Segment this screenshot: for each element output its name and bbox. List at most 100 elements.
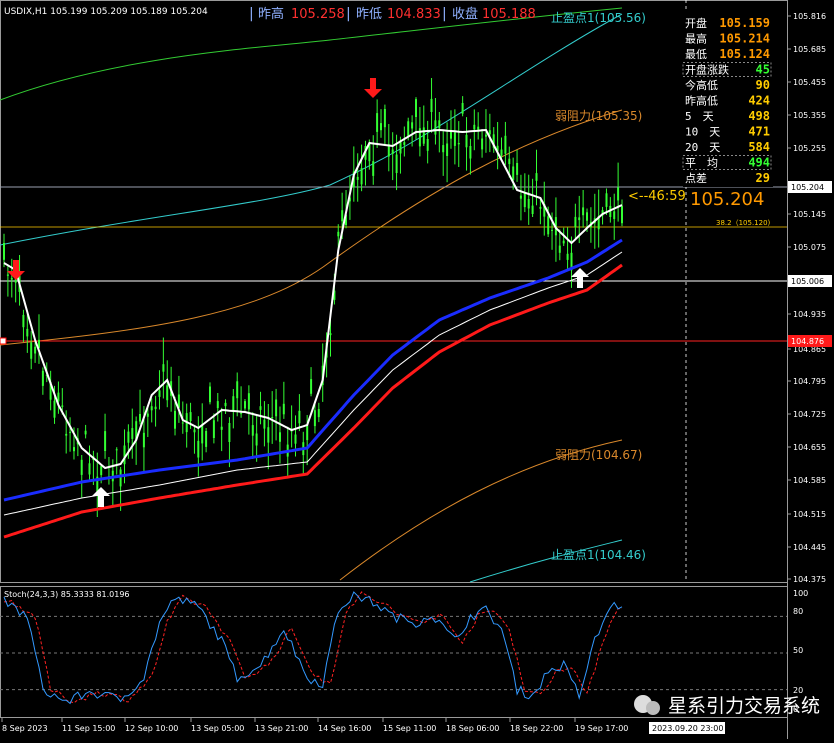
- candle-body: [232, 396, 235, 412]
- candle-body: [376, 113, 379, 132]
- candle-body: [562, 240, 565, 244]
- candle-body: [84, 430, 87, 435]
- price-tick-label: 105.355: [793, 111, 826, 120]
- price-tick-label: 104.795: [793, 377, 826, 386]
- red-price-tick: 104.876: [791, 337, 824, 346]
- candle-body: [139, 414, 141, 422]
- tp-lower-label: 止盈点1(104.46): [551, 548, 646, 562]
- candle-body: [298, 410, 301, 424]
- candle-body: [617, 187, 620, 201]
- candle-body: [551, 229, 553, 231]
- top-bar-label-close: 收盘: [452, 6, 478, 22]
- candle-body: [539, 206, 542, 209]
- info-row-label: 点差: [685, 171, 707, 185]
- price-tick-label: 104.655: [793, 443, 826, 452]
- time-tick-label: 18 Sep 06:00: [446, 724, 499, 733]
- candle-body: [228, 423, 231, 442]
- candle-body: [236, 381, 239, 399]
- info-row-value: 105.214: [719, 32, 770, 46]
- candle-body: [166, 385, 169, 401]
- candle-body: [485, 134, 487, 137]
- candle-body: [22, 314, 25, 328]
- candle-body: [247, 393, 250, 410]
- candle-body: [34, 346, 37, 354]
- candle-body: [115, 449, 118, 451]
- candle-body: [360, 168, 363, 185]
- candle-body: [80, 459, 83, 475]
- candle-body: [201, 424, 204, 444]
- candle-body: [422, 127, 425, 144]
- candle-body: [512, 166, 515, 181]
- info-row-value: 105.159: [719, 16, 770, 30]
- candle-body: [523, 192, 526, 208]
- candle-body: [57, 392, 60, 402]
- time-tick-label: 14 Sep 16:00: [318, 724, 371, 733]
- price-tick-label: 104.585: [793, 476, 826, 485]
- time-tick-label: 12 Sep 10:00: [125, 724, 178, 733]
- candle-body: [3, 243, 5, 260]
- info-row-label: 昨高低: [685, 94, 718, 108]
- top-bar-value-close: 105.188: [482, 7, 536, 22]
- candle-body: [209, 386, 211, 403]
- candle-body: [271, 417, 274, 418]
- candle-body: [154, 406, 157, 410]
- symbol-line: USDIX,H1 105.199 105.209 105.189 105.204: [4, 7, 208, 17]
- candle-body: [158, 390, 161, 397]
- candle-body: [88, 463, 91, 475]
- candle-body: [434, 120, 437, 135]
- candle-body: [30, 342, 33, 359]
- info-row-value: 45: [756, 63, 770, 77]
- info-row-label: 10 天: [685, 126, 720, 139]
- candle-body: [442, 145, 445, 153]
- candle-body: [259, 406, 262, 410]
- candle-body: [372, 161, 375, 176]
- candle-body: [605, 193, 608, 207]
- info-row-value: 584: [748, 140, 770, 154]
- price-tick-label: 104.935: [793, 310, 826, 319]
- candle-body: [535, 173, 538, 181]
- candle-body: [244, 401, 246, 409]
- big-price-label: 105.204: [690, 189, 764, 210]
- candle-body: [53, 400, 56, 418]
- red-line-handle[interactable]: [0, 337, 7, 345]
- info-row-label: 今高低: [685, 78, 718, 92]
- candle-body: [313, 410, 316, 427]
- info-row-label: 开盘: [685, 16, 707, 30]
- candle-body: [146, 413, 149, 417]
- candle-body: [263, 419, 266, 429]
- info-row-value: 471: [748, 125, 770, 139]
- candle-body: [41, 370, 44, 386]
- candle-body: [469, 146, 472, 159]
- candle-body: [488, 130, 491, 135]
- candle-body: [197, 440, 200, 458]
- candle-body: [181, 422, 184, 424]
- candle-body: [69, 431, 72, 433]
- candle-body: [329, 333, 332, 336]
- wechat-icon-bubble: [646, 701, 660, 715]
- candle-body: [383, 109, 386, 128]
- price-tick-label: 105.255: [793, 144, 826, 153]
- time-tick-label: 13 Sep 05:00: [191, 724, 244, 733]
- time-tick-label: 13 Sep 21:00: [255, 724, 308, 733]
- price-chart-svg[interactable]: 1008050200 105.816105.685105.455105.3551…: [0, 0, 834, 739]
- top-bar-divider: |: [249, 6, 254, 22]
- candle-body: [61, 405, 64, 407]
- stoch-title: Stoch(24,3,3) 85.3333 81.0196: [4, 590, 130, 599]
- price-tick-label: 104.445: [793, 543, 826, 552]
- candle-body: [403, 142, 406, 145]
- stoch-level-label: 80: [793, 607, 803, 616]
- top-bar-label-yhigh: 昨高: [258, 6, 284, 22]
- candle-body: [341, 210, 344, 222]
- candle-body: [6, 274, 9, 276]
- info-row-value: 424: [748, 94, 770, 108]
- candle-body: [193, 429, 196, 433]
- chart-window[interactable]: 100 80 50 20 0 105.816 105.685 105.455 105.355 1…: [0, 0, 834, 739]
- candle-body: [306, 424, 309, 441]
- top-bar-value-ylow: 104.833: [387, 7, 441, 22]
- candle-body: [267, 427, 270, 443]
- candle-body: [465, 134, 468, 148]
- candle-body: [574, 216, 577, 228]
- candle-body: [380, 123, 382, 131]
- top-bar-label-ylow: 昨低: [356, 7, 382, 22]
- info-row-label: 最低: [685, 48, 707, 61]
